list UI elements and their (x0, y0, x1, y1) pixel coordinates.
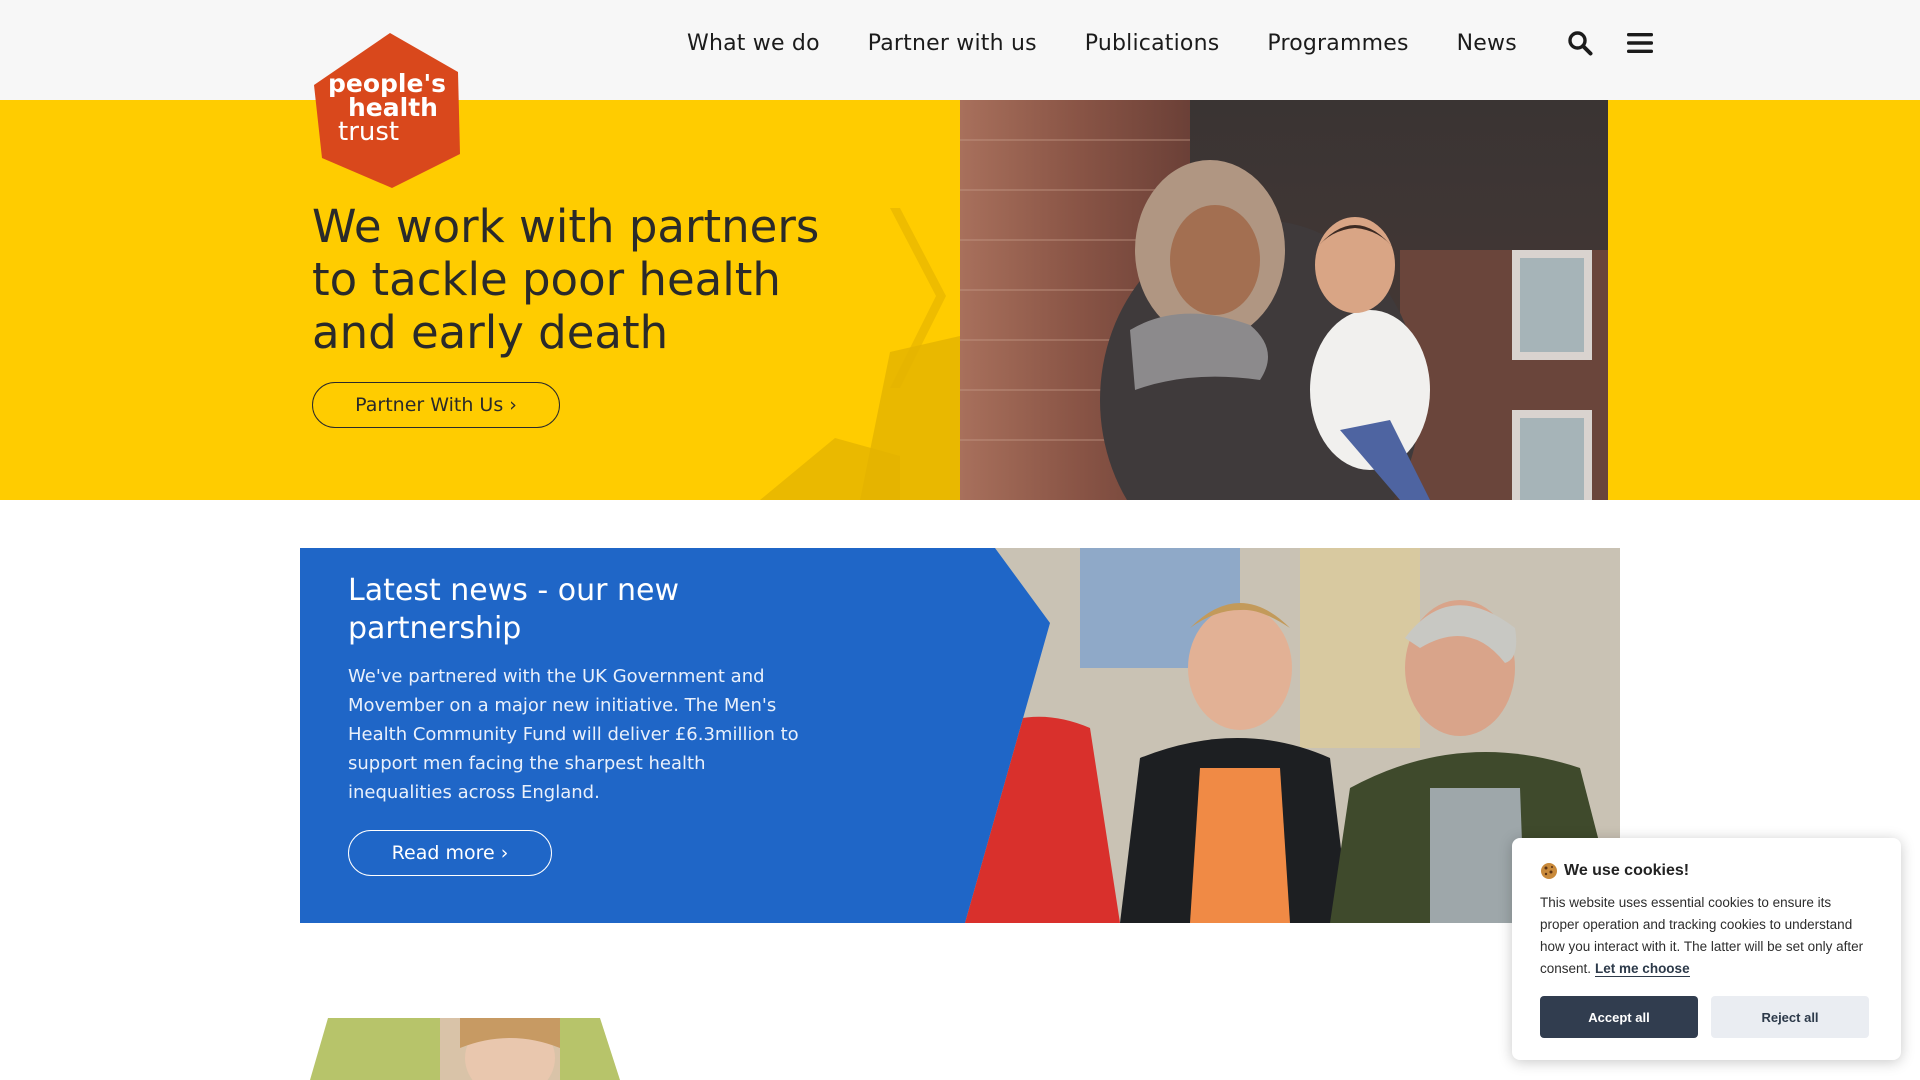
nav-item-publications[interactable]: Publications (1085, 31, 1220, 56)
news-heading: Latest news - our new partnership (348, 573, 680, 646)
logo-text-trust: trust (338, 117, 400, 147)
next-section-photo (310, 1013, 620, 1080)
cookie-icon (1540, 862, 1558, 880)
site-logo[interactable]: people's health trust (310, 30, 465, 190)
hero-banner: We work with partners to tackle poor hea… (0, 100, 1920, 500)
search-icon[interactable] (1565, 28, 1595, 58)
site-header: What we do Partner with us Publications … (0, 0, 1920, 100)
woman-holding-baby-photo (960, 100, 1608, 500)
latest-news-card: Latest news - our new partnership We've … (300, 548, 1620, 923)
accept-all-button[interactable]: Accept all (1540, 996, 1698, 1038)
read-more-button[interactable]: Read more › (348, 830, 552, 876)
cookie-title: We use cookies! (1564, 862, 1690, 879)
main-nav: What we do Partner with us Publications … (687, 28, 1685, 58)
reject-all-button[interactable]: Reject all (1711, 996, 1869, 1038)
hero-heading: We work with partners to tackle poor hea… (312, 200, 820, 359)
nav-item-partner-with-us[interactable]: Partner with us (868, 31, 1037, 56)
news-description: We've partnered with the UK Government a… (348, 666, 799, 803)
nav-item-programmes[interactable]: Programmes (1267, 31, 1408, 56)
nav-item-news[interactable]: News (1457, 31, 1517, 56)
hamburger-menu-icon[interactable] (1625, 28, 1655, 58)
cookie-description: This website uses essential cookies to e… (1540, 895, 1864, 976)
let-me-choose-link[interactable]: Let me choose (1595, 961, 1690, 977)
cookie-consent-banner: We use cookies! This website uses essent… (1512, 838, 1901, 1060)
nav-item-what-we-do[interactable]: What we do (687, 31, 820, 56)
partner-with-us-button[interactable]: Partner With Us › (312, 382, 560, 428)
